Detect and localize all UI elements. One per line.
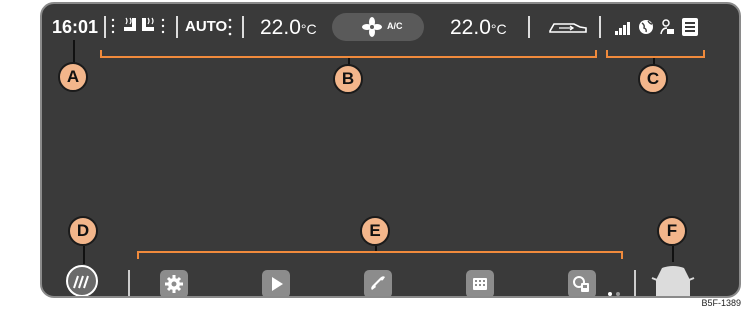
temperature-left[interactable]: 22.0°C <box>260 16 317 40</box>
callout-stem-a <box>73 40 75 64</box>
menu-list-icon[interactable] <box>682 18 698 36</box>
keypad-icon <box>473 278 487 290</box>
user-profile-icon <box>660 19 674 35</box>
callout-f: F <box>657 216 687 246</box>
app-keypad[interactable] <box>466 270 494 296</box>
fan-icon <box>362 17 382 37</box>
callout-d: D <box>68 216 98 246</box>
status-bar: 16:01 AUTO 22.0°C A/C 22.0°C <box>42 4 739 50</box>
vehicle-button[interactable] <box>650 262 696 298</box>
climate-button[interactable] <box>62 264 102 298</box>
bracket-c <box>606 56 705 58</box>
app-phone[interactable] <box>364 270 392 296</box>
fan-ac-button[interactable]: A/C <box>332 13 424 41</box>
app-settings[interactable] <box>160 270 188 296</box>
callout-b: B <box>333 64 363 94</box>
page-indicator-active[interactable] <box>608 292 612 296</box>
divider <box>128 270 130 296</box>
callout-a: A <box>58 62 88 92</box>
clock: 16:01 <box>52 17 99 37</box>
page-indicator[interactable] <box>616 292 620 296</box>
divider <box>634 270 636 296</box>
callout-e: E <box>360 216 390 246</box>
bracket-b-right <box>595 50 597 58</box>
bracket-e-right <box>621 251 623 259</box>
settings-icon <box>165 275 183 293</box>
callout-stem-f <box>672 246 674 262</box>
divider <box>104 16 106 38</box>
bracket-c-right <box>703 50 705 58</box>
fuel-icon <box>573 276 589 292</box>
infotainment-screen: 16:01 AUTO 22.0°C A/C 22.0°C A B C D E F <box>40 2 741 298</box>
phone-icon <box>371 276 385 290</box>
ac-label: A/C <box>387 21 403 31</box>
divider <box>599 16 601 38</box>
app-media[interactable] <box>262 270 290 296</box>
dots-icon <box>228 18 232 36</box>
callout-c: C <box>638 64 668 94</box>
callout-stem-d <box>83 246 85 264</box>
signal-strength-icon <box>615 22 630 35</box>
divider <box>176 16 178 38</box>
bracket-e-left <box>137 251 139 259</box>
car-recirculation-icon[interactable] <box>548 18 588 36</box>
seat-heating-icon[interactable] <box>110 14 168 40</box>
bracket-e <box>137 251 623 253</box>
play-icon <box>272 277 283 291</box>
globe-icon <box>639 20 653 34</box>
temperature-right[interactable]: 22.0°C <box>450 16 507 40</box>
climate-mode-label[interactable]: AUTO <box>185 18 227 35</box>
divider <box>242 16 244 38</box>
image-credit: B5F-1389 <box>701 298 741 308</box>
app-fuel[interactable] <box>568 270 596 296</box>
divider <box>528 16 530 38</box>
